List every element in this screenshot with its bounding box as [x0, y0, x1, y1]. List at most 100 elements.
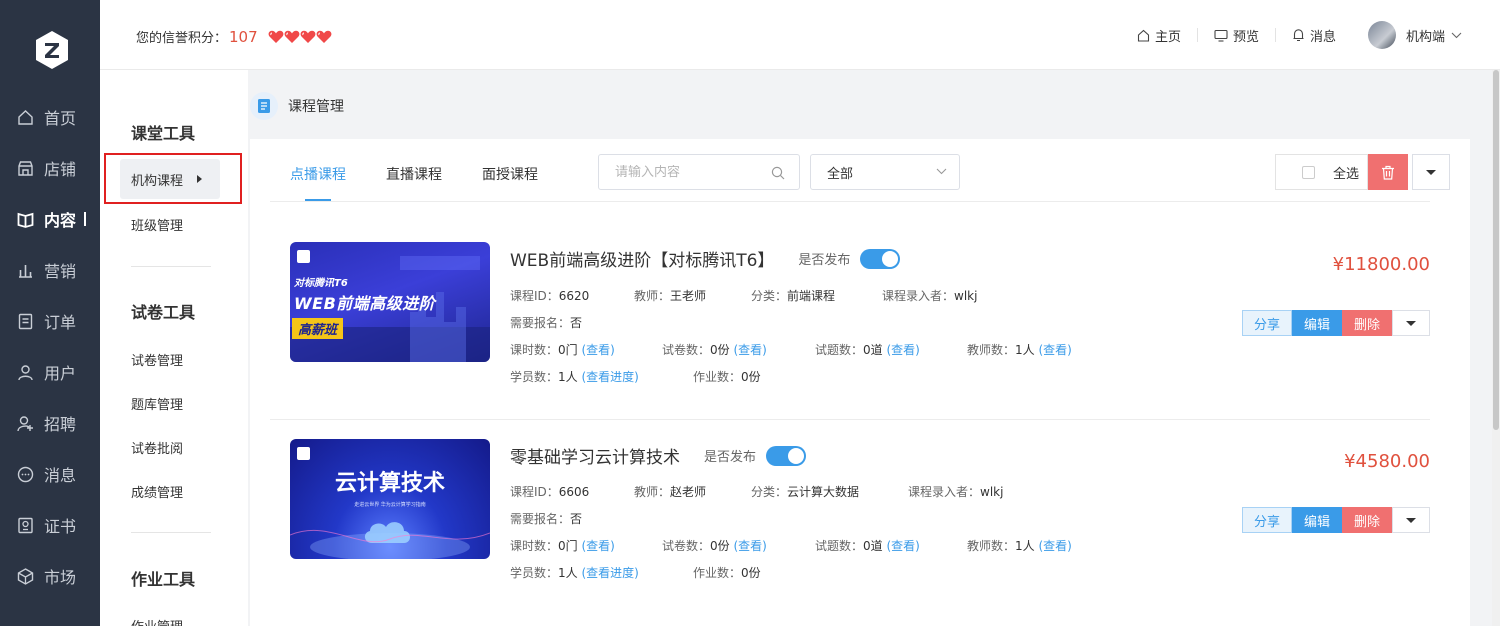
- scrollbar[interactable]: [1492, 70, 1500, 626]
- view-link[interactable]: (查看): [886, 341, 919, 358]
- edit-button[interactable]: 编辑: [1292, 507, 1342, 533]
- tab-offline-courses[interactable]: 面授课程: [482, 161, 538, 201]
- sidebar-item-grade-management[interactable]: 成绩管理: [131, 482, 183, 501]
- more-dropdown[interactable]: [1392, 310, 1430, 336]
- messages-link[interactable]: 消息: [1276, 28, 1352, 45]
- course-title-row: WEB前端高级进阶【对标腾讯T6】 是否发布: [510, 246, 901, 271]
- sidebar-item-class-management[interactable]: 班级管理: [131, 215, 183, 234]
- course-actions: 分享 编辑 删除: [1242, 310, 1430, 336]
- course-thumbnail[interactable]: 云计算技术 走进云世界 华为云计算学习指南: [290, 439, 490, 559]
- course-meta-row2: 需要报名：否: [510, 314, 582, 331]
- credit-score: 您的信誉积分： 107: [136, 27, 332, 46]
- nav-item-users[interactable]: 用户: [0, 357, 100, 387]
- course-questions: 0道: [863, 343, 883, 357]
- category-select[interactable]: 全部: [810, 154, 960, 190]
- select-all-checkbox[interactable]: [1302, 165, 1315, 179]
- share-button[interactable]: 分享: [1242, 507, 1292, 533]
- course-students: 1人: [558, 566, 578, 580]
- recruit-icon: [16, 414, 34, 432]
- nav-item-orders[interactable]: 订单: [0, 306, 100, 336]
- meta-label: 课程录入者：: [908, 485, 981, 499]
- course-item: 云计算技术 走进云世界 华为云计算学习指南 零基础学习云计算技术 是否发布 课程…: [270, 421, 1430, 617]
- view-link[interactable]: (查看): [1038, 341, 1071, 358]
- select-value: 全部: [827, 166, 854, 182]
- divider: [270, 419, 1430, 420]
- caret-down-icon: [1406, 517, 1416, 523]
- view-link[interactable]: (查看): [581, 537, 614, 554]
- view-link[interactable]: (查看): [733, 341, 766, 358]
- nav-item-marketing[interactable]: 营销: [0, 255, 100, 285]
- course-homework: 0份: [741, 370, 761, 384]
- view-link[interactable]: (查看): [733, 537, 766, 554]
- nav-item-content[interactable]: 内容: [0, 204, 100, 234]
- tab-live-courses[interactable]: 直播课程: [386, 161, 442, 201]
- publish-toggle[interactable]: [766, 445, 807, 466]
- course-checkbox[interactable]: [297, 447, 310, 460]
- course-title[interactable]: 零基础学习云计算技术: [510, 443, 680, 468]
- publish-label: 是否发布: [798, 253, 851, 268]
- tab-divider: [270, 201, 1430, 202]
- meta-label: 试卷数：: [662, 539, 711, 553]
- section-title-classroom: 课堂工具: [131, 124, 196, 143]
- meta-label: 分类：: [751, 485, 788, 499]
- edit-button[interactable]: 编辑: [1292, 310, 1342, 336]
- publish-label: 是否发布: [704, 450, 757, 465]
- sidebar-item-paper-review[interactable]: 试卷批阅: [131, 438, 183, 457]
- search-input[interactable]: [615, 164, 765, 180]
- chevron-down-icon: [1451, 32, 1462, 38]
- sidebar-item-question-bank[interactable]: 题库管理: [131, 394, 183, 413]
- course-meta-row4: 学员数：1人 (查看进度) 作业数：0份: [510, 368, 761, 385]
- course-meta-row1: 课程ID：6620 教师：王老师 分类：前端课程 课程录入者：wlkj: [510, 287, 977, 304]
- thumbnail-line2: 走进云世界 华为云计算学习指南: [354, 502, 426, 508]
- delete-button[interactable]: 删除: [1342, 310, 1392, 336]
- batch-delete-button[interactable]: [1368, 154, 1408, 190]
- course-meta-row3: 课时数：0门 (查看) 试卷数：0份 (查看) 试题数：0道 (查看) 教师数：…: [510, 537, 1072, 554]
- course-meta-row4: 学员数：1人 (查看进度) 作业数：0份: [510, 564, 761, 581]
- view-link[interactable]: (查看): [1038, 537, 1071, 554]
- home-link[interactable]: 主页: [1121, 28, 1198, 45]
- view-progress-link[interactable]: (查看进度): [581, 368, 638, 385]
- nav-item-recruit[interactable]: 招聘: [0, 408, 100, 438]
- batch-more-dropdown[interactable]: [1412, 154, 1450, 190]
- trash-icon: [1382, 165, 1394, 180]
- select-all-label: 全选: [1333, 166, 1360, 182]
- nav-item-market[interactable]: 市场: [0, 561, 100, 591]
- select-all[interactable]: 全选: [1275, 154, 1368, 190]
- tab-vod-courses[interactable]: 点播课程: [290, 161, 346, 201]
- delete-button[interactable]: 删除: [1342, 507, 1392, 533]
- meta-label: 试题数：: [815, 539, 864, 553]
- share-button[interactable]: 分享: [1242, 310, 1292, 336]
- view-link[interactable]: (查看): [886, 537, 919, 554]
- divider: [131, 532, 211, 533]
- nav-label: 证书: [44, 517, 77, 536]
- meta-label: 作业数：: [693, 370, 742, 384]
- course-signup: 否: [570, 512, 583, 526]
- publish-toggle[interactable]: [860, 248, 901, 269]
- user-menu[interactable]: 机构端: [1367, 21, 1462, 49]
- sidebar-item-homework-management[interactable]: 作业管理: [131, 616, 183, 626]
- heart-icon: [284, 30, 300, 43]
- nav-item-home[interactable]: 首页: [0, 102, 100, 132]
- caret-down-icon: [1426, 169, 1436, 175]
- preview-link[interactable]: 预览: [1198, 28, 1276, 45]
- course-price: ¥11800.00: [1332, 254, 1430, 275]
- view-progress-link[interactable]: (查看进度): [581, 564, 638, 581]
- course-checkbox[interactable]: [297, 250, 310, 263]
- credit-label: 您的信誉积分：: [136, 31, 228, 46]
- sidebar-item-paper-management[interactable]: 试卷管理: [131, 350, 183, 369]
- nav-item-messages[interactable]: 消息: [0, 459, 100, 489]
- scrollbar-thumb[interactable]: [1493, 70, 1499, 430]
- nav-item-store[interactable]: 店铺: [0, 153, 100, 183]
- top-bar: 您的信誉积分： 107 主页 预览 消息 机构端: [100, 0, 1500, 70]
- course-thumbnail[interactable]: 对标腾讯T6 WEB前端高级进阶 高薪班: [290, 242, 490, 362]
- home-icon: [1137, 29, 1149, 42]
- view-link[interactable]: (查看): [581, 341, 614, 358]
- more-dropdown[interactable]: [1392, 507, 1430, 533]
- chart-icon: [16, 261, 34, 279]
- section-title-paper: 试卷工具: [131, 303, 196, 322]
- nav-item-certificate[interactable]: 证书: [0, 510, 100, 540]
- course-title[interactable]: WEB前端高级进阶【对标腾讯T6】: [510, 246, 774, 271]
- search-icon[interactable]: [771, 166, 785, 180]
- course-recorder: wlkj: [954, 289, 978, 303]
- message-icon: [16, 465, 34, 483]
